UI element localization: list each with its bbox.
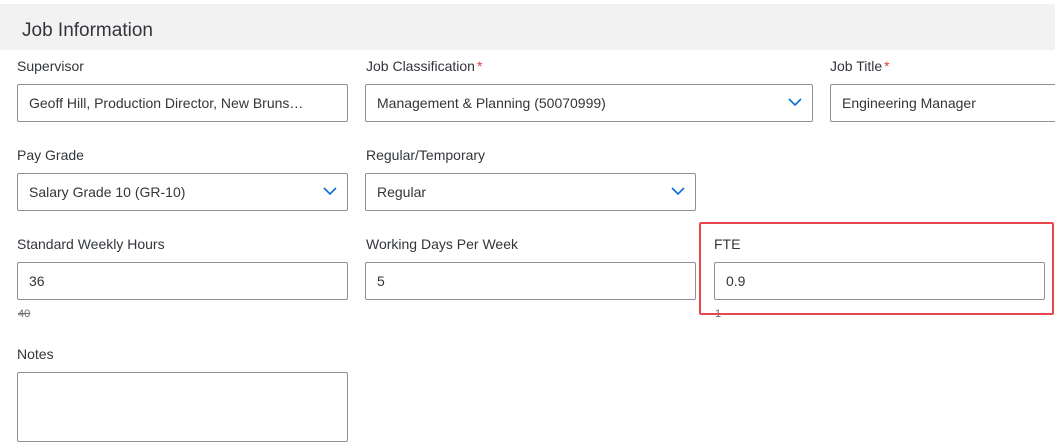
job-classification-value: Management & Planning (50070999) — [377, 95, 606, 111]
job-classification-select[interactable]: Management & Planning (50070999) — [365, 84, 813, 122]
chevron-down-icon — [323, 187, 337, 196]
supervisor-field[interactable]: Geoff Hill, Production Director, New Bru… — [17, 84, 348, 122]
fte-highlight-box — [699, 222, 1054, 315]
chevron-down-icon — [788, 98, 802, 107]
required-marker: * — [884, 58, 890, 74]
standard-weekly-hours-field[interactable]: 36 — [17, 262, 348, 300]
supervisor-value: Geoff Hill, Production Director, New Bru… — [29, 95, 304, 111]
job-classification-label: Job Classification * — [366, 58, 483, 74]
section-header: Job Information — [0, 4, 1055, 50]
standard-weekly-hours-previous: 40 — [18, 308, 31, 320]
required-marker: * — [476, 58, 483, 74]
notes-field[interactable] — [17, 372, 348, 442]
regular-temporary-label: Regular/Temporary — [366, 147, 486, 163]
supervisor-label: Supervisor — [17, 58, 84, 74]
standard-weekly-hours-label: Standard Weekly Hours — [17, 236, 165, 252]
pay-grade-label: Pay Grade — [17, 147, 84, 163]
section-title: Job Information — [22, 20, 153, 41]
chevron-down-icon — [671, 187, 685, 196]
job-title-field[interactable]: Engineering Manager — [830, 84, 1055, 122]
working-days-field[interactable]: 5 — [365, 262, 696, 300]
notes-label: Notes — [17, 346, 54, 362]
job-title-value: Engineering Manager — [842, 95, 976, 111]
standard-weekly-hours-value: 36 — [29, 273, 45, 289]
regular-temporary-value: Regular — [377, 184, 427, 200]
regular-temporary-select[interactable]: Regular — [365, 173, 696, 211]
pay-grade-value: Salary Grade 10 (GR-10) — [29, 184, 186, 200]
job-title-label: Job Title * — [830, 58, 890, 74]
working-days-value: 5 — [377, 273, 385, 289]
pay-grade-select[interactable]: Salary Grade 10 (GR-10) — [17, 173, 348, 211]
working-days-label: Working Days Per Week — [366, 236, 518, 252]
